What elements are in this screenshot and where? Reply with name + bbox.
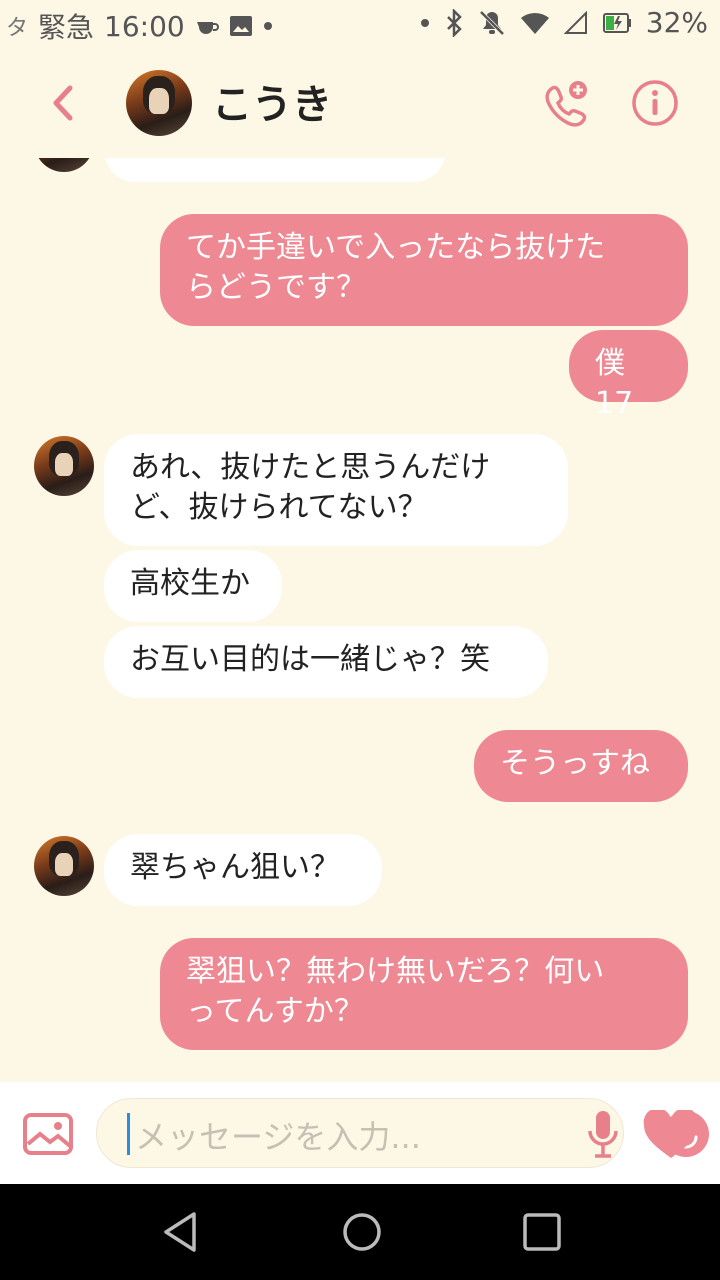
- nav-home-icon[interactable]: [340, 1210, 384, 1254]
- message-bubble-outgoing[interactable]: てか手違いで入ったなら抜けた らどうです？: [160, 214, 688, 326]
- notification-glyph: タ: [6, 16, 29, 41]
- message-text: らどうです？: [186, 270, 366, 305]
- message-bubble-incoming[interactable]: お互い目的は一緒じゃ？笑: [104, 626, 548, 698]
- mic-icon[interactable]: [585, 1109, 621, 1159]
- call-add-icon[interactable]: [540, 78, 592, 130]
- heart-icon[interactable]: [642, 1110, 700, 1160]
- message-bubble-outgoing[interactable]: そうっすね: [474, 730, 688, 802]
- message-bubble-incoming[interactable]: 高校生か: [104, 550, 282, 622]
- signal-icon: [563, 10, 587, 34]
- bluetooth-icon: [446, 8, 462, 37]
- message-bubble-incoming[interactable]: 翠ちゃん狙い？: [104, 834, 382, 906]
- message-text: そうっすね: [500, 746, 650, 781]
- system-nav-bar: [0, 1184, 720, 1280]
- message-text: あれ、抜けたと思うんだけ: [130, 450, 491, 485]
- dot-icon: [420, 18, 429, 27]
- message-text: 僕17: [595, 346, 634, 421]
- message-text: 翠ちゃん狙い？: [130, 850, 340, 885]
- contact-avatar[interactable]: [34, 158, 94, 172]
- message-text: 高校生か: [130, 566, 250, 601]
- message-bubble-outgoing[interactable]: 翠狙い？無わけ無いだろ？何い ってんすか？: [160, 938, 688, 1050]
- contact-avatar[interactable]: [34, 836, 94, 896]
- clock: 16:00: [104, 9, 185, 43]
- chat-header: こうき: [0, 48, 720, 158]
- cup-icon: [196, 22, 219, 34]
- dot-icon: [263, 22, 272, 30]
- message-text: 翠狙い？無わけ無いだろ？何い: [186, 954, 605, 989]
- message-text: ど、抜けられてない？: [130, 490, 428, 525]
- message-input-placeholder: メッセージを入力...: [135, 1118, 421, 1156]
- message-bubble-outgoing[interactable]: 僕17: [569, 330, 688, 421]
- message-composer: メッセージを入力...: [0, 1082, 720, 1184]
- contact-avatar[interactable]: [34, 436, 94, 496]
- wifi-icon: [520, 12, 549, 34]
- text-caret: [127, 1113, 130, 1155]
- contact-name[interactable]: こうき: [212, 72, 332, 130]
- contact-avatar[interactable]: [126, 70, 192, 136]
- info-icon[interactable]: [630, 78, 680, 128]
- emergency-label: 緊急: [38, 11, 95, 44]
- battery-level: 32%: [645, 6, 708, 39]
- mute-icon: [479, 10, 505, 35]
- gallery-icon[interactable]: [22, 1112, 74, 1156]
- message-input[interactable]: メッセージを入力...: [96, 1098, 709, 1168]
- message-list[interactable]: てか手違いで入ったなら抜けた らどうです？ 僕17 あれ、抜けたと思うんだけ ど…: [0, 158, 720, 1082]
- message-text: てか手違いで入ったなら抜けた: [186, 230, 606, 265]
- message-bubble-partial[interactable]: [104, 158, 446, 182]
- message-text: ってんすか？: [186, 994, 364, 1029]
- message-bubble-incoming[interactable]: あれ、抜けたと思うんだけ ど、抜けられてない？: [104, 434, 568, 546]
- back-chevron-icon[interactable]: [40, 78, 90, 128]
- nav-back-icon[interactable]: [158, 1210, 202, 1254]
- battery-icon: [602, 12, 631, 33]
- message-text: お互い目的は一緒じゃ？笑: [130, 642, 490, 677]
- image-icon: [229, 16, 252, 36]
- nav-recent-icon[interactable]: [522, 1212, 562, 1252]
- status-bar: タ 緊急 16:00 32%: [0, 0, 720, 48]
